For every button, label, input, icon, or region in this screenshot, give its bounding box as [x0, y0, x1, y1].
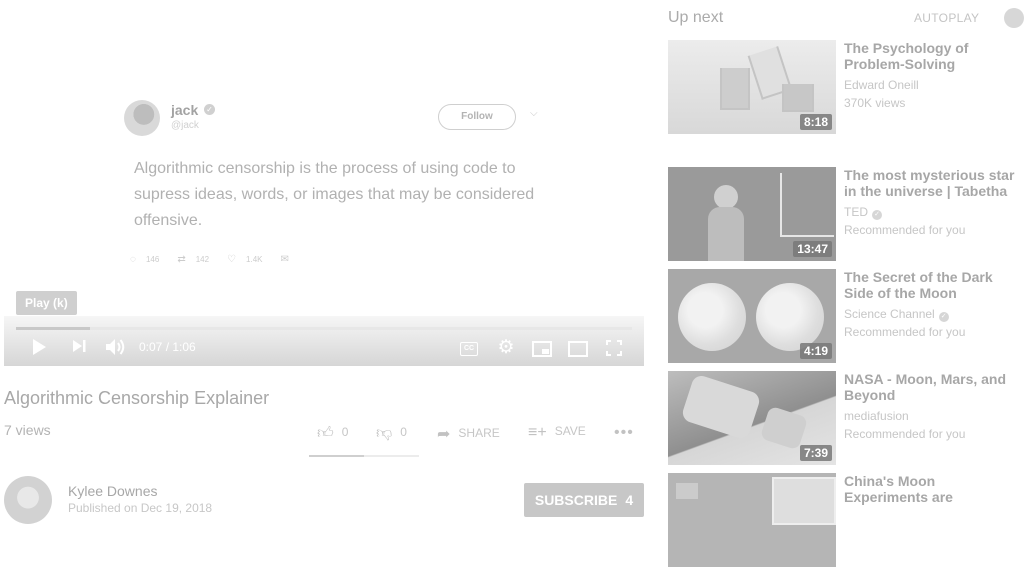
thumbs-up-icon: 👍︎	[317, 425, 334, 442]
thumbs-down-icon: 👎︎	[376, 425, 393, 442]
more-actions-button[interactable]: •••	[614, 424, 642, 442]
tweet-author-name: jack	[171, 102, 199, 118]
sentiment-bar-likes	[309, 455, 364, 457]
video-meta: Recommended for you	[844, 427, 966, 441]
channel-avatar[interactable]	[4, 476, 52, 524]
video-thumbnail[interactable]: 13:47	[668, 167, 836, 261]
save-button[interactable]: ≡+ SAVE	[528, 424, 586, 442]
tweet-text: Algorithmic censorship is the process of…	[134, 160, 535, 229]
video-thumbnail[interactable]: 8:18	[668, 40, 836, 134]
video-title[interactable]: China's Moon Experiments are	[844, 473, 1016, 505]
volume-icon	[106, 339, 125, 355]
tweet-avatar	[124, 100, 160, 136]
video-duration: 4:19	[799, 343, 832, 359]
verified-icon: ✓	[204, 104, 215, 115]
settings-button[interactable]: ⚙	[496, 338, 516, 358]
miniplayer-button[interactable]	[532, 341, 552, 357]
like-count: 0	[341, 425, 349, 439]
video-title: Algorithmic Censorship Explainer	[4, 388, 270, 408]
video-title[interactable]: NASA - Moon, Mars, and Beyond	[844, 371, 1016, 403]
video-channel: TED ✓	[844, 205, 882, 220]
autoplay-label: AUTOPLAY	[914, 11, 980, 25]
video-title[interactable]: The Secret of the Dark Side of the Moon	[844, 269, 1016, 301]
fullscreen-icon	[606, 340, 622, 356]
verified-icon: ✓	[872, 210, 882, 220]
gear-icon: ⚙	[497, 337, 515, 358]
suggested-video[interactable]: 7:39 NASA - Moon, Mars, and Beyond media…	[668, 371, 1028, 465]
subscriber-count: 4	[625, 492, 634, 508]
video-channel-name: Science Channel	[844, 307, 935, 321]
progress-fill	[16, 327, 90, 330]
dislike-button[interactable]: 👎︎ 0	[376, 424, 407, 443]
video-channel: Science Channel ✓	[844, 307, 949, 322]
tweet-like-count: 1.4K	[246, 255, 263, 264]
dislike-count: 0	[400, 425, 407, 439]
video-duration: 7:39	[799, 445, 832, 461]
share-button[interactable]: ➦ SHARE	[437, 424, 500, 444]
verified-icon: ✓	[938, 312, 949, 322]
tweet-handle: @jack	[171, 120, 199, 131]
playlist-add-icon: ≡+	[528, 424, 547, 441]
heart-icon: ♡	[227, 254, 237, 265]
theater-mode-button[interactable]	[568, 341, 588, 357]
volume-button[interactable]	[104, 338, 128, 358]
video-thumbnail[interactable]: 4:19	[668, 269, 836, 363]
video-meta: 370K views	[844, 96, 906, 110]
tweet-retweet-count: 142	[195, 255, 210, 264]
video-channel: mediafusion	[844, 409, 909, 423]
video-title[interactable]: The Psychology of Problem-Solving	[844, 40, 1016, 72]
channel-name[interactable]: Kylee Downes	[68, 483, 158, 499]
reply-icon: ◌	[130, 254, 136, 265]
moon-image	[678, 283, 746, 351]
video-channel-name: TED	[844, 205, 868, 219]
chevron-down-icon: ⌵	[530, 108, 538, 119]
share-label: SHARE	[458, 426, 500, 440]
next-button[interactable]	[70, 338, 88, 358]
progress-bar[interactable]	[16, 327, 632, 330]
subscribe-label: SUBSCRIBE	[534, 492, 618, 508]
subscribe-button[interactable]: SUBSCRIBE 4	[524, 483, 644, 517]
mail-icon: ✉	[280, 254, 289, 265]
next-icon	[73, 340, 86, 352]
suggested-video[interactable]: 4:19 The Secret of the Dark Side of the …	[668, 269, 1028, 363]
time-display: 0:07 / 1:06	[139, 340, 196, 354]
play-tooltip: Play (k)	[16, 291, 77, 315]
captions-button[interactable]: CC	[460, 342, 478, 356]
video-meta: Recommended for you	[844, 223, 966, 237]
tweet-reply-count: 146	[145, 255, 160, 264]
video-duration: 8:18	[799, 114, 832, 130]
suggested-video[interactable]: 13:47 The most mysterious star in the un…	[668, 167, 1028, 261]
fullscreen-button[interactable]	[606, 340, 622, 356]
video-meta: Recommended for you	[844, 325, 966, 339]
video-duration: 13:47	[793, 241, 832, 257]
video-title[interactable]: The most mysterious star in the universe…	[844, 167, 1016, 199]
moon-image	[756, 283, 824, 351]
play-icon	[33, 339, 46, 355]
embedded-tweet: jack ✓ @jack Follow ⌵ Algorithmic censor…	[124, 96, 554, 276]
play-button[interactable]	[30, 338, 48, 358]
sentiment-bar	[309, 455, 419, 457]
tweet-follow-button: Follow	[438, 104, 516, 130]
video-channel: Edward Oneill	[844, 78, 919, 92]
player-controls: 0:07 / 1:06 CC ⚙	[4, 316, 644, 366]
tweet-actions: ◌ 146 ⇄ 142 ♡ 1.4K ✉	[130, 254, 299, 265]
suggested-video[interactable]: 8:18 The Psychology of Problem-Solving E…	[668, 40, 1028, 134]
share-icon: ➦	[437, 426, 451, 443]
view-count: 7 views	[4, 422, 51, 438]
autoplay-toggle[interactable]	[1004, 8, 1024, 28]
retweet-icon: ⇄	[177, 254, 186, 265]
more-icon: •••	[614, 424, 634, 441]
video-thumbnail[interactable]	[668, 473, 836, 567]
up-next-heading: Up next	[668, 9, 724, 26]
save-label: SAVE	[554, 424, 586, 438]
video-player[interactable]: jack ✓ @jack Follow ⌵ Algorithmic censor…	[4, 0, 644, 366]
suggested-video[interactable]: China's Moon Experiments are	[668, 473, 1028, 567]
publish-date: Published on Dec 19, 2018	[68, 501, 213, 515]
like-button[interactable]: 👍︎ 0	[317, 424, 348, 443]
video-thumbnail[interactable]: 7:39	[668, 371, 836, 465]
